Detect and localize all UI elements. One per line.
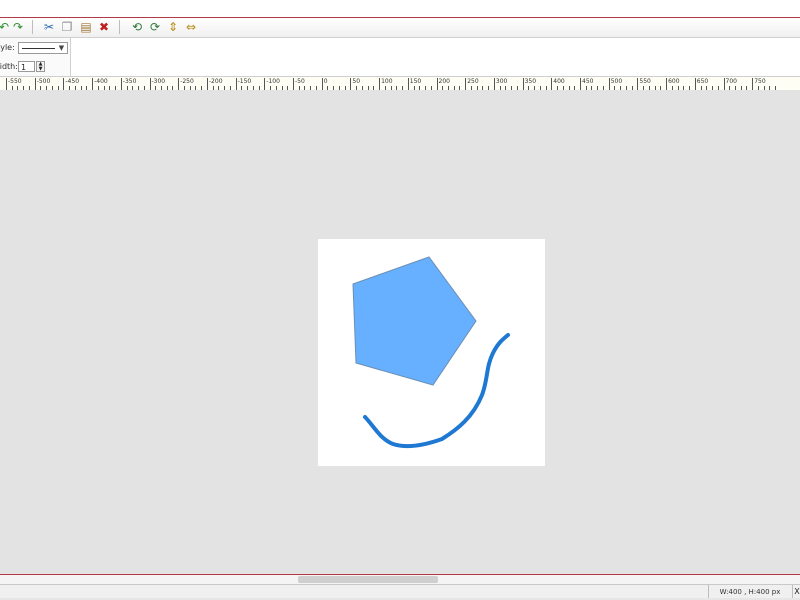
- ruler-tick: [436, 78, 438, 90]
- chevron-down-icon: ▼: [58, 44, 65, 52]
- ruler-label: 300: [495, 78, 508, 85]
- ruler-label: 700: [725, 78, 737, 85]
- ruler-label: 650: [696, 78, 709, 85]
- toolbar: ↶ ↷ ✂ ❐ ▤ ✖ ⟲ ⟳ ⇕ ⇔: [0, 17, 800, 38]
- ruler-tick: [723, 78, 725, 90]
- ruler-tick: [637, 78, 639, 90]
- line-width-stepper[interactable]: ▲ ▼: [36, 61, 45, 72]
- drawing-page[interactable]: [318, 239, 545, 466]
- ruler-label: 150: [409, 78, 422, 85]
- line-style-preview: [22, 48, 55, 49]
- ruler-label: -500: [36, 78, 51, 85]
- ruler-label: 550: [639, 78, 651, 85]
- ruler-label: 50: [352, 78, 361, 85]
- ruler-tick: [493, 78, 495, 90]
- ruler-tick: [580, 78, 581, 90]
- line-width-input[interactable]: 1: [18, 61, 35, 72]
- ruler-label: -350: [122, 78, 137, 85]
- ruler-tick: [235, 78, 237, 90]
- ruler-tick: [34, 78, 36, 90]
- ruler-tick: [752, 78, 754, 90]
- ruler-tick: [120, 78, 122, 90]
- close-icon[interactable]: X: [792, 585, 800, 599]
- ruler-tick: [608, 78, 610, 90]
- ruler-tick: [149, 78, 151, 90]
- ruler-tick: [321, 78, 323, 90]
- ruler-label: -550: [8, 78, 22, 85]
- ruler-label: 750: [754, 78, 766, 85]
- ruler-label: 500: [610, 78, 623, 85]
- scrollbar-thumb[interactable]: [298, 576, 438, 583]
- ruler-tick: [63, 78, 65, 90]
- pentagon-shape[interactable]: [352, 256, 477, 386]
- copy-icon[interactable]: ❐: [59, 19, 75, 35]
- redo-icon[interactable]: ↷: [10, 19, 26, 35]
- ruler-tick: [522, 78, 524, 90]
- ruler-label: -100: [266, 78, 280, 85]
- ruler-label: -200: [208, 78, 223, 85]
- ruler-tick: [6, 78, 7, 90]
- ruler-label: -150: [237, 78, 252, 85]
- toolbar-separator: [119, 20, 120, 34]
- ruler-tick: [379, 78, 381, 90]
- ruler-label: 450: [582, 78, 594, 85]
- ruler-label: -50: [295, 78, 305, 85]
- cut-icon[interactable]: ✂: [41, 19, 57, 35]
- horizontal-ruler: -550 -500 -450 -400 -350 -300 -250 -200 -150 -100…: [0, 76, 800, 91]
- ruler-label: -400: [94, 78, 108, 85]
- ruler-label: 200: [438, 78, 450, 85]
- toolbar-separator: [32, 20, 33, 34]
- paste-icon[interactable]: ▤: [78, 19, 94, 35]
- ruler-label: -300: [151, 78, 166, 85]
- spin-down-icon[interactable]: ▼: [37, 67, 44, 72]
- ruler-label: -450: [65, 78, 80, 85]
- flip-horizontal-icon[interactable]: ⇔: [183, 19, 199, 35]
- ruler-tick: [350, 78, 352, 90]
- ruler-tick: [206, 78, 208, 90]
- ruler-label: 600: [668, 78, 680, 85]
- ruler-label: 100: [381, 78, 393, 85]
- ruler-tick: [551, 78, 553, 90]
- ruler-tick: [694, 78, 696, 90]
- ruler-tick: [92, 78, 94, 90]
- ruler-label: 350: [524, 78, 537, 85]
- delete-icon[interactable]: ✖: [96, 19, 112, 35]
- ruler-tick: [666, 78, 668, 90]
- flip-vertical-icon[interactable]: ⇕: [165, 19, 181, 35]
- ruler-tick: [264, 78, 266, 90]
- drawing-svg: [352, 256, 510, 449]
- width-label: Width:: [0, 62, 18, 71]
- rotate-right-icon[interactable]: ⟳: [147, 19, 163, 35]
- line-style-select[interactable]: ▼: [18, 42, 68, 54]
- properties-panel: Style: ▼ Width: 1 ▲ ▼: [0, 37, 71, 78]
- status-bar: W:400 , H:400 px X: [0, 584, 800, 599]
- ruler-tick: [293, 78, 294, 90]
- ruler-tick: [465, 78, 467, 90]
- style-label: Style:: [0, 43, 15, 52]
- canvas-area[interactable]: [0, 90, 800, 574]
- ruler-label: 0: [323, 78, 328, 85]
- ruler-label: 400: [553, 78, 565, 85]
- ruler-tick: [178, 78, 180, 90]
- ruler-label: 250: [467, 78, 479, 85]
- window-top-strip: [0, 0, 800, 18]
- canvas-dimensions: W:400 , H:400 px: [708, 585, 791, 599]
- rotate-left-icon[interactable]: ⟲: [129, 19, 145, 35]
- ruler-label: -250: [180, 78, 194, 85]
- ruler-tick: [407, 78, 409, 90]
